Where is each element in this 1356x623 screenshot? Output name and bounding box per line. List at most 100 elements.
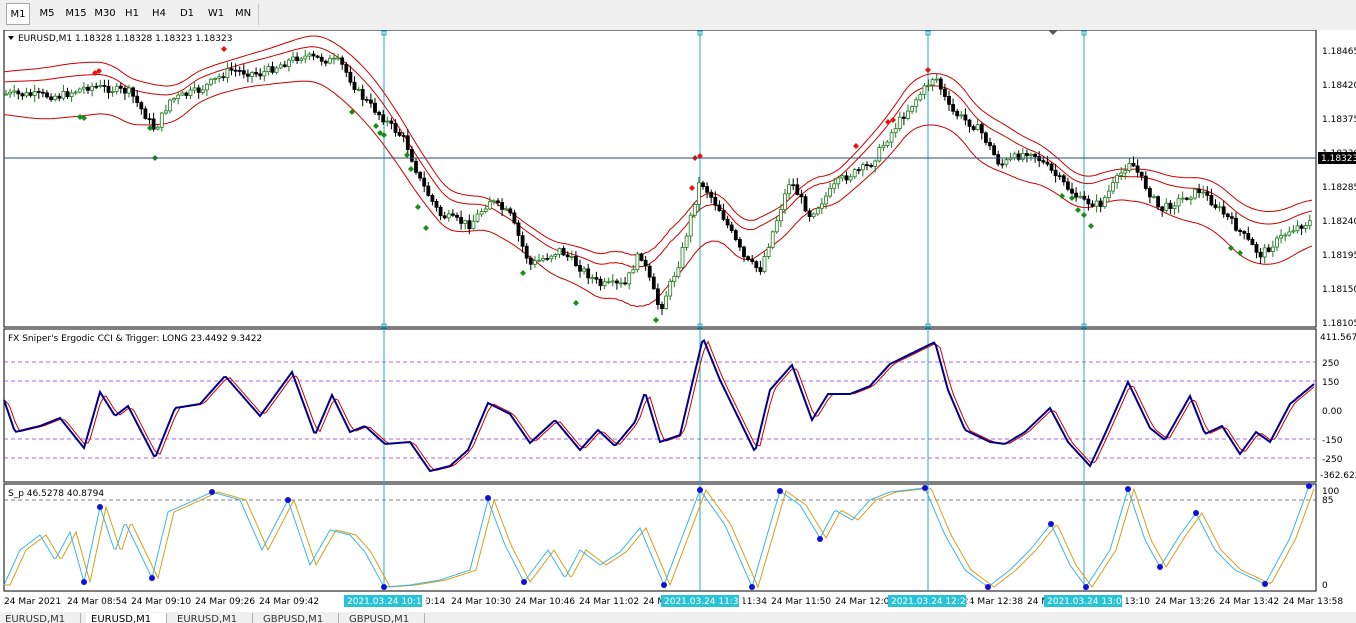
candle-body xyxy=(988,142,992,147)
candle-body xyxy=(114,85,119,92)
candle-body xyxy=(947,96,951,105)
candle-body xyxy=(315,55,320,58)
candle-body xyxy=(57,95,62,99)
candle-body xyxy=(217,76,222,79)
candle-body xyxy=(1201,191,1206,194)
candle-body xyxy=(1127,162,1132,171)
candle-body xyxy=(274,67,279,73)
candle-body xyxy=(791,184,796,187)
candle-body xyxy=(1180,197,1185,200)
candle-body xyxy=(615,280,619,284)
candle-body xyxy=(565,254,570,258)
tf-d1-button[interactable]: D1 xyxy=(175,3,199,25)
candle-body xyxy=(65,91,70,97)
candle-body xyxy=(1287,231,1292,236)
candle-body xyxy=(918,94,923,101)
candle-body xyxy=(955,110,960,117)
candle-body xyxy=(1156,196,1160,208)
candle-body xyxy=(1012,153,1017,159)
candle-body xyxy=(1090,203,1095,207)
cci-panel[interactable] xyxy=(3,328,1317,483)
candle-body xyxy=(209,78,213,85)
tf-m15-button[interactable]: M15 xyxy=(62,3,90,25)
candle-body xyxy=(1184,197,1189,200)
candle-body xyxy=(926,84,931,87)
candle-body xyxy=(430,194,435,202)
chart-tab[interactable]: GBPUSD,M1 xyxy=(258,613,339,623)
candle-body xyxy=(869,164,873,167)
candle-body xyxy=(188,89,193,96)
tf-h4-button[interactable]: H4 xyxy=(147,3,171,25)
candle-body xyxy=(139,102,144,110)
time-label: 24 Mar 10:46 xyxy=(515,597,575,607)
candle-body xyxy=(131,87,136,97)
candle-body xyxy=(77,88,82,93)
time-label: 0:14 xyxy=(425,597,445,607)
candle-body xyxy=(840,175,845,179)
tf-m30-button[interactable]: M30 xyxy=(91,3,119,25)
time-label: 24 Mar 12:38 xyxy=(963,597,1023,607)
candle-body xyxy=(574,256,578,267)
candle-body xyxy=(664,295,668,310)
candle-body xyxy=(639,253,644,261)
candle-body xyxy=(1189,197,1193,200)
sp-scale-label: 0 xyxy=(1322,581,1328,591)
candle-body xyxy=(393,123,398,133)
candle-body xyxy=(41,91,45,94)
candle-body xyxy=(45,92,49,98)
candle-body xyxy=(500,202,505,210)
candle-body xyxy=(774,220,779,233)
candle-body xyxy=(623,282,627,285)
price-label: 1.18465 xyxy=(1322,47,1356,57)
candle-body xyxy=(24,92,29,97)
sp-signal-dot xyxy=(1306,483,1312,489)
chart-tab[interactable]: EURUSD,M1 xyxy=(172,613,253,623)
candle-body xyxy=(992,145,996,156)
chart-tab-active[interactable]: EURUSD,M1 xyxy=(86,613,167,623)
sp-signal-dot xyxy=(381,584,387,590)
candle-body xyxy=(286,59,291,67)
candle-body xyxy=(332,57,336,60)
time-label: 24 Mar 09:10 xyxy=(131,597,191,607)
tf-m1-button[interactable]: M1 xyxy=(6,3,30,25)
tf-m5-button[interactable]: M5 xyxy=(34,3,60,25)
candle-body xyxy=(200,89,205,93)
candle-body xyxy=(754,261,759,269)
candle-body xyxy=(688,214,693,237)
candle-body xyxy=(1041,160,1046,163)
candle-body xyxy=(770,231,775,248)
chart-tab[interactable]: GBPUSD,M1 xyxy=(344,613,425,623)
candle-body xyxy=(1271,246,1275,252)
main-panel-title: EURUSD,M1 1.18328 1.18328 1.18323 1.1832… xyxy=(18,34,232,44)
candle-body xyxy=(123,87,127,94)
main-price-panel[interactable] xyxy=(3,30,1317,328)
candle-body xyxy=(725,218,730,226)
candle-body xyxy=(848,176,853,181)
candle-body xyxy=(1234,217,1238,231)
candle-body xyxy=(893,128,898,134)
tf-h1-button[interactable]: H1 xyxy=(120,3,144,25)
candle-body xyxy=(278,64,283,69)
candle-body xyxy=(590,277,595,280)
time-label: 24 Mar 10:30 xyxy=(451,597,511,607)
tf-w1-button[interactable]: W1 xyxy=(204,3,228,25)
candle-body xyxy=(852,169,857,178)
crosshair-time-text: 2021.03.24 12:29 xyxy=(891,597,972,607)
candle-body xyxy=(4,93,8,96)
candle-body xyxy=(1061,175,1066,183)
candle-body xyxy=(422,177,427,187)
candle-body xyxy=(1209,194,1214,206)
candle-body xyxy=(508,208,513,214)
candle-body xyxy=(561,248,566,256)
sp-signal-dot xyxy=(661,582,667,588)
chart-area[interactable]: EURUSD,M1 1.18328 1.18328 1.18323 1.1832… xyxy=(0,30,1356,613)
tf-mn-button[interactable]: MN xyxy=(230,3,256,25)
candle-body xyxy=(656,288,660,305)
candle-body xyxy=(229,68,234,71)
candle-body xyxy=(381,114,386,123)
candle-body xyxy=(20,93,25,97)
chart-tab[interactable]: EURUSD,M1 xyxy=(0,613,81,623)
candle-body xyxy=(459,216,464,224)
sp-signal-dot xyxy=(817,536,823,542)
candle-body xyxy=(709,191,714,198)
